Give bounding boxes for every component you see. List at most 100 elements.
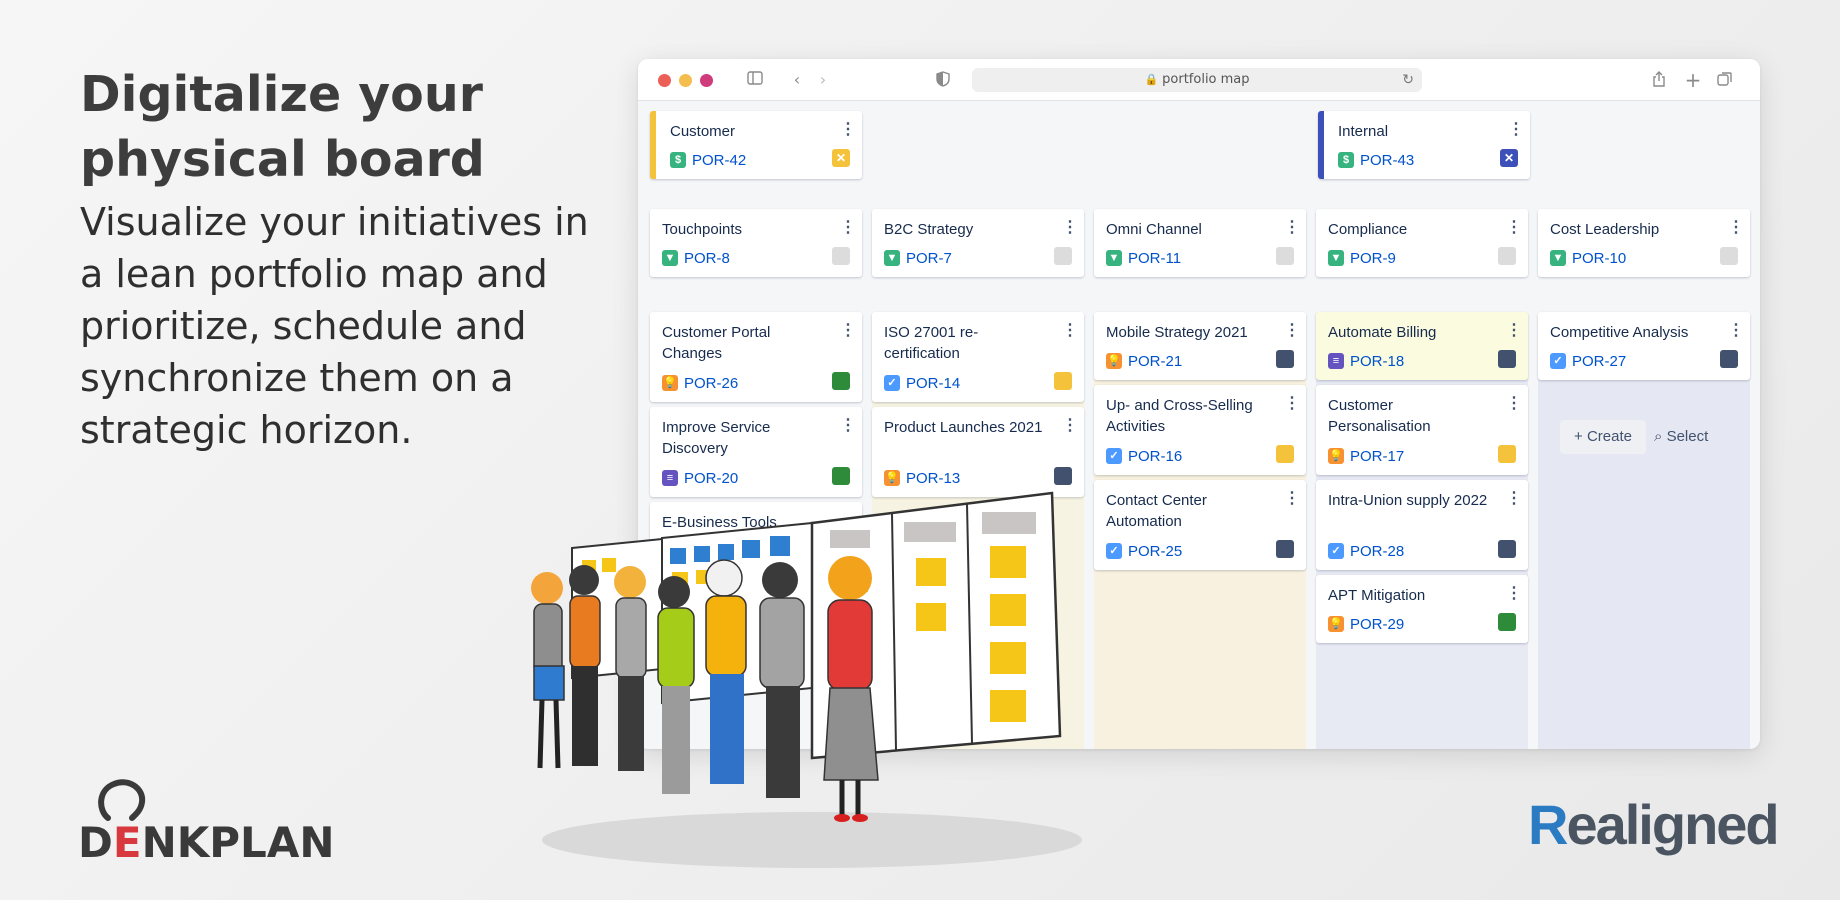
issue-key[interactable]: POR-18 — [1350, 353, 1404, 370]
status-square[interactable] — [1498, 350, 1516, 368]
checkbox-icon: ✓ — [884, 375, 900, 391]
issue-key[interactable]: POR-28 — [1350, 543, 1404, 560]
issue-key[interactable]: POR-21 — [1128, 353, 1182, 370]
initiative-card[interactable]: Customer Portal Changes ⋮ 💡 POR-26 — [650, 312, 862, 402]
issue-key[interactable]: POR-11 — [1128, 250, 1181, 267]
card-menu-icon[interactable]: ⋮ — [1728, 218, 1744, 238]
forward-icon[interactable]: › — [814, 71, 832, 89]
initiative-card[interactable]: Competitive Analysis ⋮ ✓ POR-27 — [1538, 312, 1750, 380]
status-square[interactable] — [832, 247, 850, 265]
status-close-icon[interactable]: ✕ — [832, 149, 850, 167]
card-menu-icon[interactable]: ⋮ — [1506, 584, 1522, 604]
select-button[interactable]: ⌕ Select — [1654, 420, 1734, 454]
theme-card[interactable]: Internal ⋮ $ POR-43 ✕ — [1318, 111, 1530, 179]
card-menu-icon[interactable]: ⋮ — [840, 218, 856, 238]
status-square[interactable] — [1276, 247, 1294, 265]
initiative-card[interactable]: Contact Center Automation ⋮ ✓ POR-25 — [1094, 480, 1306, 570]
issue-key[interactable]: POR-8 — [684, 250, 730, 267]
initiative-card[interactable]: ISO 27001 re-certification ⋮ ✓ POR-14 — [872, 312, 1084, 402]
card-title: Customer — [670, 123, 736, 140]
reload-icon[interactable]: ↻ — [1402, 68, 1414, 92]
status-square[interactable] — [1276, 350, 1294, 368]
status-square[interactable] — [1054, 247, 1072, 265]
hero-title: Digitalize your physical board — [80, 66, 485, 188]
card-menu-icon[interactable]: ⋮ — [1284, 394, 1300, 414]
issue-key[interactable]: POR-25 — [1128, 543, 1182, 560]
issue-key[interactable]: POR-14 — [906, 375, 960, 392]
initiative-card[interactable]: APT Mitigation ⋮ 💡 POR-29 — [1316, 575, 1528, 643]
card-menu-icon[interactable]: ⋮ — [1062, 416, 1078, 436]
denkplan-wordmark: DENKPLAN — [78, 818, 335, 867]
card-menu-icon[interactable]: ⋮ — [1062, 321, 1078, 341]
share-icon[interactable] — [1650, 71, 1668, 89]
card-menu-icon[interactable]: ⋮ — [1506, 218, 1522, 238]
card-menu-icon[interactable]: ⋮ — [840, 321, 856, 341]
card-menu-icon[interactable]: ⋮ — [840, 120, 856, 140]
bookmark-icon: ▼ — [884, 250, 900, 266]
card-menu-icon[interactable]: ⋮ — [840, 416, 856, 436]
initiative-card[interactable]: Up- and Cross-Selling Activities ⋮ ✓ POR-… — [1094, 385, 1306, 475]
initiative-card[interactable]: Mobile Strategy 2021 ⋮ 💡 POR-21 — [1094, 312, 1306, 380]
issue-key[interactable]: POR-16 — [1128, 448, 1182, 465]
back-icon[interactable]: ‹ — [788, 71, 806, 89]
status-square[interactable] — [1054, 372, 1072, 390]
status-square[interactable] — [1276, 445, 1294, 463]
privacy-shield-icon[interactable] — [934, 71, 952, 89]
card-menu-icon[interactable]: ⋮ — [1508, 120, 1524, 140]
initiative-card[interactable]: Customer Personalisation ⋮ 💡 POR-17 — [1316, 385, 1528, 475]
initiative-card[interactable]: Automate Billing ⋮ ≡ POR-18 — [1316, 312, 1528, 380]
card-menu-icon[interactable]: ⋮ — [1506, 394, 1522, 414]
status-square[interactable] — [832, 372, 850, 390]
strategy-card[interactable]: Touchpoints ⋮ ▼ POR-8 — [650, 209, 862, 277]
idea-icon: 💡 — [662, 375, 678, 391]
status-square[interactable] — [1498, 445, 1516, 463]
card-menu-icon[interactable]: ⋮ — [1728, 321, 1744, 341]
status-square[interactable] — [1720, 350, 1738, 368]
strategy-card[interactable]: Compliance ⋮ ▼ POR-9 — [1316, 209, 1528, 277]
status-square[interactable] — [1276, 540, 1294, 558]
status-close-icon[interactable]: ✕ — [1500, 149, 1518, 167]
team-at-board-illustration — [531, 491, 1082, 868]
card-title: Product Launches 2021 — [884, 419, 1043, 436]
card-title: Omni Channel — [1106, 221, 1202, 238]
card-menu-icon[interactable]: ⋮ — [1506, 489, 1522, 509]
issue-key[interactable]: POR-7 — [906, 250, 952, 267]
issue-key[interactable]: POR-26 — [684, 375, 738, 392]
issue-key[interactable]: POR-43 — [1360, 152, 1414, 169]
card-title: B2C Strategy — [884, 221, 974, 238]
card-menu-icon[interactable]: ⋮ — [1506, 321, 1522, 341]
close-window-button[interactable] — [658, 74, 671, 87]
status-square[interactable] — [1498, 247, 1516, 265]
address-bar[interactable]: 🔒 portfolio map ↻ — [972, 68, 1422, 92]
card-title: Internal — [1338, 123, 1389, 140]
issue-key[interactable]: POR-10 — [1572, 250, 1626, 267]
bookmark-icon: ▼ — [1328, 250, 1344, 266]
theme-card[interactable]: Customer ⋮ $ POR-42 ✕ — [650, 111, 862, 179]
card-menu-icon[interactable]: ⋮ — [1284, 489, 1300, 509]
tab-overview-icon[interactable] — [1716, 71, 1734, 89]
status-square[interactable] — [1498, 540, 1516, 558]
strategy-card[interactable]: Cost Leadership ⋮ ▼ POR-10 — [1538, 209, 1750, 277]
strategy-card[interactable]: Omni Channel ⋮ ▼ POR-11 — [1094, 209, 1306, 277]
issue-key[interactable]: POR-42 — [692, 152, 746, 169]
issue-key[interactable]: POR-27 — [1572, 353, 1626, 370]
card-title: ISO 27001 re-certification — [884, 324, 979, 362]
card-menu-icon[interactable]: ⋮ — [1284, 218, 1300, 238]
zoom-window-button[interactable] — [700, 74, 713, 87]
issue-key[interactable]: POR-9 — [1350, 250, 1396, 267]
new-tab-icon[interactable]: + — [1684, 70, 1702, 90]
minimize-window-button[interactable] — [679, 74, 692, 87]
status-square[interactable] — [1720, 247, 1738, 265]
create-button[interactable]: + Create — [1560, 420, 1646, 454]
strategy-card[interactable]: B2C Strategy ⋮ ▼ POR-7 — [872, 209, 1084, 277]
initiative-card[interactable]: Intra-Union supply 2022 ⋮ ✓ POR-28 — [1316, 480, 1528, 570]
card-menu-icon[interactable]: ⋮ — [1284, 321, 1300, 341]
issue-key[interactable]: POR-17 — [1350, 448, 1404, 465]
issue-key[interactable]: POR-29 — [1350, 616, 1404, 633]
card-menu-icon[interactable]: ⋮ — [1062, 218, 1078, 238]
status-square[interactable] — [1498, 613, 1516, 631]
idea-icon: 💡 — [1328, 448, 1344, 464]
sidebar-toggle-icon[interactable] — [746, 71, 764, 89]
card-title: Contact Center Automation — [1106, 492, 1207, 530]
card-title: Touchpoints — [662, 221, 743, 238]
